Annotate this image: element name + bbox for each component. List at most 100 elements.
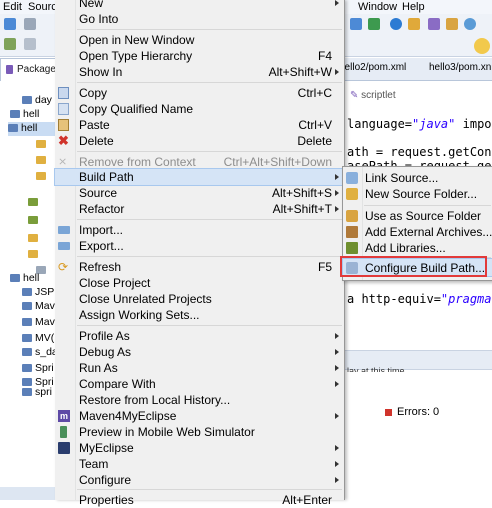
menu-source[interactable]: Sourc — [28, 1, 57, 13]
library-icon — [28, 216, 38, 224]
menu-help[interactable]: Help — [402, 1, 425, 13]
project-icon — [22, 334, 32, 342]
editor-tab-pom3[interactable]: hello3/pom.xn — [429, 62, 491, 73]
menu-item-properties[interactable]: Properties Alt+Enter — [55, 492, 344, 508]
menu-item-open-type-hierarchy[interactable]: Open Type Hierarchy F4 — [55, 48, 344, 64]
menu-item-close-project[interactable]: Close Project — [55, 275, 344, 291]
tree-item[interactable] — [28, 214, 41, 228]
tree-item[interactable]: spri — [22, 386, 52, 400]
menu-item-preview-mobile[interactable]: Preview in Mobile Web Simulator — [55, 424, 344, 440]
folder-icon — [22, 96, 32, 104]
submenu-item-use-as-source-folder[interactable]: Use as Source Folder — [343, 207, 492, 224]
debug-icon[interactable] — [368, 18, 380, 30]
export-icon — [58, 242, 70, 250]
editor-tab-pom2[interactable]: hello2/pom.xml — [339, 62, 406, 73]
menu-item-export[interactable]: Export... — [55, 238, 344, 254]
tree-item[interactable] — [36, 170, 49, 184]
save-icon[interactable] — [24, 18, 36, 30]
back-icon[interactable] — [24, 38, 36, 50]
tree-item[interactable]: Mav — [22, 316, 55, 330]
project-icon — [22, 378, 32, 386]
menu-item-show-in[interactable]: Show In Alt+Shift+W — [55, 64, 344, 80]
menu-item-build-path[interactable]: Build Path — [54, 168, 345, 186]
package-folder-icon — [36, 140, 46, 148]
tree-item[interactable] — [28, 232, 41, 246]
package-explorer-tab[interactable]: Package — [0, 58, 62, 81]
menu-item-team[interactable]: Team — [55, 456, 344, 472]
package-folder-icon — [36, 172, 46, 180]
submenu-arrow-icon — [335, 206, 339, 212]
menu-item-profile-as[interactable]: Profile As — [55, 328, 344, 344]
menu-item-debug-as[interactable]: Debug As — [55, 344, 344, 360]
globe-icon[interactable] — [390, 18, 402, 30]
project-icon — [10, 274, 20, 282]
menu-item-compare-with[interactable]: Compare With — [55, 376, 344, 392]
menu-item-paste[interactable]: Paste Ctrl+V — [55, 117, 344, 133]
copy-qualified-icon — [58, 103, 69, 115]
tree-item-selected[interactable]: hell — [8, 122, 60, 136]
submenu-item-add-external-archives[interactable]: Add External Archives... — [343, 223, 492, 240]
run-icon[interactable] — [350, 18, 362, 30]
tree-item[interactable]: Mav — [22, 300, 55, 314]
submenu-arrow-icon — [335, 190, 339, 196]
menu-separator — [364, 205, 491, 206]
menu-edit[interactable]: Edit — [3, 1, 22, 13]
menu-item-copy-qualified-name[interactable]: Copy Qualified Name — [55, 101, 344, 117]
submenu-arrow-icon — [335, 445, 339, 451]
menu-separator — [77, 151, 342, 152]
menu-item-open-new-window[interactable]: Open in New Window — [55, 32, 344, 48]
folder-icon[interactable] — [408, 18, 420, 30]
new-icon[interactable] — [4, 18, 16, 30]
menu-item-delete[interactable]: ✖ Delete Delete — [55, 133, 344, 149]
menu-item-assign-working-sets[interactable]: Assign Working Sets... — [55, 307, 344, 323]
tree-item[interactable] — [36, 138, 49, 152]
menu-item-copy[interactable]: Copy Ctrl+C — [55, 85, 344, 101]
tree-item[interactable]: Spri — [22, 362, 54, 376]
perspective-icon[interactable] — [464, 18, 476, 30]
tree-item[interactable]: MV( — [22, 332, 54, 346]
status-bar — [0, 487, 60, 500]
submenu-arrow-icon — [335, 0, 339, 6]
server-icon[interactable] — [428, 18, 440, 30]
menu-item-configure[interactable]: Configure — [55, 472, 344, 488]
menu-item-import[interactable]: Import... — [55, 222, 344, 238]
submenu-item-new-source-folder[interactable]: New Source Folder... — [343, 185, 492, 202]
menu-window[interactable]: Window — [358, 1, 397, 13]
panel-text: lay at this time — [347, 366, 405, 372]
menu-item-refresh[interactable]: ⟳ Refresh F5 — [55, 259, 344, 275]
menu-item-go-into[interactable]: Go Into — [55, 11, 344, 27]
tree-item[interactable]: s_da — [22, 346, 58, 360]
menu-item-myeclipse[interactable]: MyEclipse — [55, 440, 344, 456]
tree-item[interactable] — [28, 248, 41, 262]
menu-item-refactor[interactable]: Refactor Alt+Shift+T — [55, 201, 344, 217]
menu-item-restore-history[interactable]: Restore from Local History... — [55, 392, 344, 408]
submenu-item-add-libraries[interactable]: Add Libraries... — [343, 239, 492, 256]
submenu-item-link-source[interactable]: Link Source... — [343, 169, 492, 186]
menu-separator — [77, 29, 342, 30]
submenu-arrow-icon — [335, 174, 339, 180]
submenu-arrow-icon — [335, 365, 339, 371]
tree-item[interactable]: day — [22, 94, 52, 108]
tree-item[interactable]: JSP — [22, 286, 54, 300]
tree-item[interactable]: hell — [10, 108, 39, 122]
tree-item[interactable]: hell — [10, 272, 39, 286]
menu-item-close-unrelated[interactable]: Close Unrelated Projects — [55, 291, 344, 307]
gear-icon[interactable] — [474, 38, 490, 54]
submenu-arrow-icon — [335, 413, 339, 419]
maven-icon: m — [58, 410, 70, 422]
menu-item-new[interactable]: New — [55, 0, 344, 11]
menu-item-maven4myeclipse[interactable]: m Maven4MyEclipse — [55, 408, 344, 424]
tree-item[interactable] — [36, 154, 49, 168]
menu-item-run-as[interactable]: Run As — [55, 360, 344, 376]
tree-item[interactable] — [28, 196, 41, 210]
nav-icon[interactable] — [4, 38, 16, 50]
package-tab-label: Package — [17, 64, 56, 75]
code-line: a http-equiv="pragma" — [347, 292, 492, 306]
menu-separator — [77, 489, 342, 490]
folder-icon — [28, 250, 38, 258]
edit-icon[interactable] — [446, 18, 458, 30]
menu-separator — [77, 82, 342, 83]
project-icon — [22, 348, 32, 356]
remove-context-icon: ⨯ — [58, 156, 68, 168]
menu-item-source[interactable]: Source Alt+Shift+S — [55, 185, 344, 201]
